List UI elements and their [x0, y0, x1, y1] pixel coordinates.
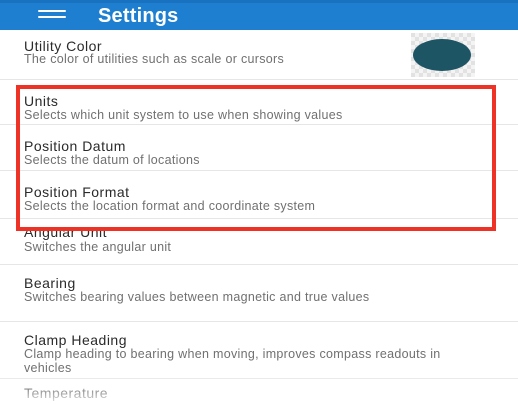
- menu-line-icon: [38, 10, 66, 12]
- setting-subtitle: Selects the datum of locations: [24, 153, 200, 167]
- setting-subtitle: Switches the angular unit: [24, 240, 172, 254]
- color-swatch-button[interactable]: [411, 33, 475, 77]
- setting-subtitle: Switches bearing values between magnetic…: [24, 290, 370, 304]
- setting-units[interactable]: Units Selects which unit system to use w…: [0, 80, 518, 124]
- hamburger-menu-icon[interactable]: [38, 9, 66, 23]
- setting-position-datum[interactable]: Position Datum Selects the datum of loca…: [0, 125, 518, 170]
- setting-angular-unit[interactable]: Angular Unit Switches the angular unit: [0, 219, 518, 263]
- setting-title: Clamp Heading: [24, 332, 127, 348]
- setting-title: Angular Unit: [24, 224, 108, 240]
- page-title: Settings: [98, 5, 179, 27]
- color-swatch: [413, 39, 471, 71]
- setting-title: Bearing: [24, 275, 76, 291]
- setting-subtitle: Clamp heading to bearing when moving, im…: [24, 347, 441, 375]
- setting-clamp-heading[interactable]: Clamp Heading Clamp heading to bearing w…: [0, 322, 518, 378]
- settings-list: Utility Color The color of utilities suc…: [0, 30, 518, 404]
- setting-temperature[interactable]: Temperature: [0, 379, 518, 404]
- setting-title: Temperature: [24, 385, 109, 401]
- setting-subtitle: Selects the location format and coordina…: [24, 199, 316, 213]
- menu-line-icon: [38, 16, 66, 18]
- setting-title: Units: [24, 93, 59, 109]
- app-bar-top-strip: [0, 0, 518, 3]
- setting-bearing[interactable]: Bearing Switches bearing values between …: [0, 265, 518, 321]
- setting-subtitle: The color of utilities such as scale or …: [24, 52, 285, 66]
- app-bar: Settings: [0, 0, 518, 30]
- setting-title: Position Format: [24, 184, 130, 200]
- setting-title: Position Datum: [24, 138, 126, 154]
- setting-utility-color[interactable]: Utility Color The color of utilities suc…: [0, 30, 518, 79]
- setting-subtitle: Selects which unit system to use when sh…: [24, 108, 343, 122]
- setting-position-format[interactable]: Position Format Selects the location for…: [0, 171, 518, 215]
